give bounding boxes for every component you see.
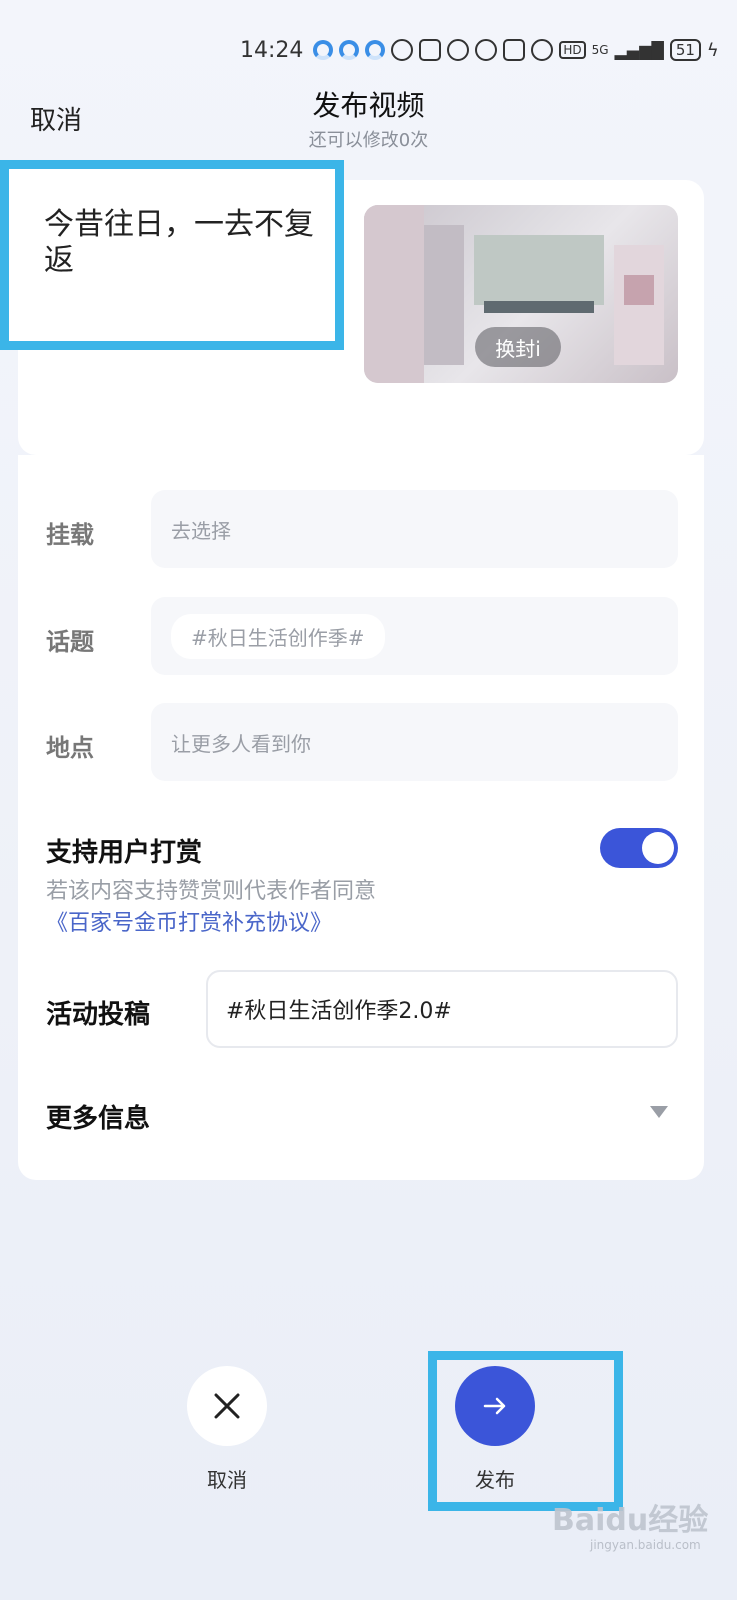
topic-field[interactable]: #秋日生活创作季#: [151, 597, 678, 675]
nfc-icon: [419, 39, 442, 61]
topic-label: 话题: [46, 628, 94, 656]
signal-icon: ▂▄▆█: [614, 40, 664, 60]
battery-saver-icon: [503, 39, 526, 61]
watermark-logo: Baidu经验: [552, 1503, 709, 1538]
sync-icon: [365, 40, 386, 60]
battery-icon: 51: [669, 39, 701, 61]
cover-pixel: [474, 235, 604, 305]
status-time: 14:24: [240, 37, 304, 63]
headphones-icon: [475, 39, 498, 61]
edit-count-note: 还可以修改0次: [308, 130, 429, 151]
cover-pixel: [484, 301, 594, 313]
cover-pixel: [614, 245, 664, 365]
cover-pixel: [424, 225, 464, 365]
reward-description: 若该内容支持赞赏则代表作者同意《百家号金币打赏补充协议》: [46, 876, 656, 940]
location-label: 地点: [46, 734, 94, 762]
activity-value: #秋日生活创作季2.0#: [226, 999, 452, 1024]
change-cover-button[interactable]: 换封i: [475, 327, 561, 367]
eye-icon: [391, 39, 414, 61]
activity-label: 活动投稿: [46, 1000, 151, 1030]
hd-badge: HD: [559, 41, 586, 59]
reward-agreement-link[interactable]: 《百家号金币打赏补充协议》: [46, 911, 332, 936]
wifi-icon: [531, 39, 554, 61]
watermark-url: jingyan.baidu.com: [590, 1538, 701, 1552]
location-placeholder: 让更多人看到你: [171, 731, 311, 756]
reward-toggle[interactable]: [600, 828, 678, 868]
publish-button-label: 发布: [475, 1468, 515, 1492]
charging-icon: ϟ: [706, 39, 719, 61]
activity-field[interactable]: #秋日生活创作季2.0#: [206, 970, 678, 1048]
sync-icon: [339, 40, 360, 60]
location-field[interactable]: 让更多人看到你: [151, 703, 678, 781]
mount-select[interactable]: 去选择: [151, 490, 678, 568]
page-title: 发布视频: [312, 89, 425, 122]
cancel-button-label: 取消: [207, 1468, 247, 1492]
reward-description-text: 若该内容支持赞赏则代表作者同意: [46, 879, 377, 904]
alarm-icon: [447, 39, 470, 61]
chevron-down-icon[interactable]: [650, 1106, 668, 1118]
more-info-label[interactable]: 更多信息: [46, 1098, 150, 1135]
cover-pixel: [624, 275, 654, 305]
status-bar: 14:24 HD 5G ▂▄▆█ 51 ϟ: [240, 34, 719, 66]
close-icon: [214, 1393, 240, 1419]
arrow-right-icon: [483, 1397, 506, 1415]
toggle-knob: [642, 832, 674, 864]
reward-title: 支持用户打赏: [46, 838, 203, 868]
mount-placeholder: 去选择: [171, 518, 231, 543]
publish-button[interactable]: [455, 1366, 535, 1446]
sync-icon: [313, 40, 334, 60]
battery-level: 51: [675, 41, 695, 59]
cellular-label: 5G: [591, 43, 609, 57]
topic-tag[interactable]: #秋日生活创作季#: [171, 613, 385, 659]
cover-pixel: [364, 205, 424, 383]
caption-input[interactable]: 今昔往日，一去不复返: [44, 207, 334, 279]
mount-label: 挂载: [46, 521, 94, 549]
cancel-button[interactable]: [187, 1366, 267, 1446]
